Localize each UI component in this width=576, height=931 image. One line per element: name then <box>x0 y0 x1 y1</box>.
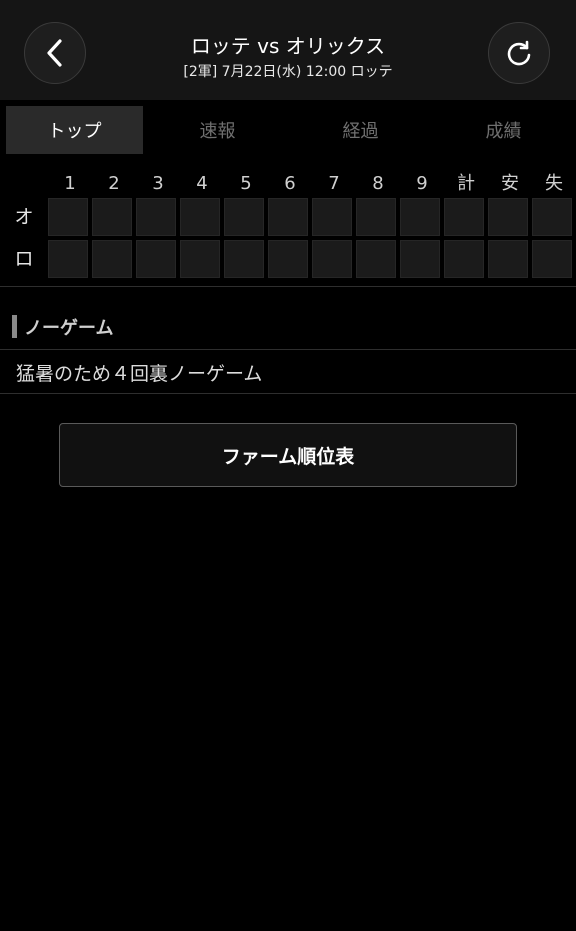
tab-bar: トップ 速報 経過 成績 <box>6 106 576 154</box>
score-cell <box>92 240 132 278</box>
score-cell <box>268 198 308 236</box>
divider <box>0 286 576 287</box>
column-header: 7 <box>328 173 340 194</box>
score-cell <box>532 198 572 236</box>
column-header: 失 <box>545 173 563 194</box>
score-cell <box>312 240 352 278</box>
column-header: 3 <box>152 173 164 194</box>
score-cell <box>48 240 88 278</box>
score-cell <box>356 198 396 236</box>
score-cell <box>136 240 176 278</box>
tab-top[interactable]: トップ <box>6 106 143 154</box>
scoreboard-header: 1 2 3 4 5 6 7 8 9 計 安 失 <box>48 170 576 198</box>
score-cell <box>312 198 352 236</box>
divider <box>0 349 576 350</box>
tab-stats[interactable]: 成績 <box>435 106 572 154</box>
score-cell <box>356 240 396 278</box>
section-title: ノーゲーム <box>24 318 114 339</box>
score-cell <box>400 198 440 236</box>
score-cell <box>136 198 176 236</box>
column-header: 5 <box>240 173 252 194</box>
column-header: 9 <box>416 173 428 194</box>
tab-live[interactable]: 速報 <box>149 106 286 154</box>
divider <box>0 393 576 394</box>
section-marker <box>12 315 17 338</box>
reload-icon <box>507 40 531 66</box>
scoreboard-row-away: オ <box>0 198 576 236</box>
tab-progress[interactable]: 経過 <box>292 106 429 154</box>
score-cell <box>224 240 264 278</box>
score-cell <box>444 240 484 278</box>
column-header: 安 <box>501 173 519 194</box>
score-cell <box>224 198 264 236</box>
score-cell <box>488 240 528 278</box>
farm-standings-button[interactable]: ファーム順位表 <box>59 423 517 487</box>
team-label: ロ <box>14 248 34 270</box>
column-header: 1 <box>64 173 76 194</box>
reload-button[interactable] <box>488 22 550 84</box>
score-cell <box>92 198 132 236</box>
column-header: 8 <box>372 173 384 194</box>
column-header: 4 <box>196 173 208 194</box>
column-header: 2 <box>108 173 120 194</box>
column-header: 計 <box>457 173 475 194</box>
header-bar: ロッテ vs オリックス [2軍] 7月22日(水) 12:00 ロッテ <box>0 0 576 100</box>
team-label: オ <box>14 206 34 228</box>
score-cell <box>400 240 440 278</box>
scoreboard-row-home: ロ <box>0 240 576 278</box>
column-header: 6 <box>284 173 296 194</box>
score-cell <box>268 240 308 278</box>
score-cell <box>180 240 220 278</box>
score-cell <box>488 198 528 236</box>
score-cell <box>532 240 572 278</box>
game-note: 猛暑のため４回裏ノーゲーム <box>16 363 263 385</box>
score-cell <box>180 198 220 236</box>
score-cell <box>444 198 484 236</box>
score-cell <box>48 198 88 236</box>
